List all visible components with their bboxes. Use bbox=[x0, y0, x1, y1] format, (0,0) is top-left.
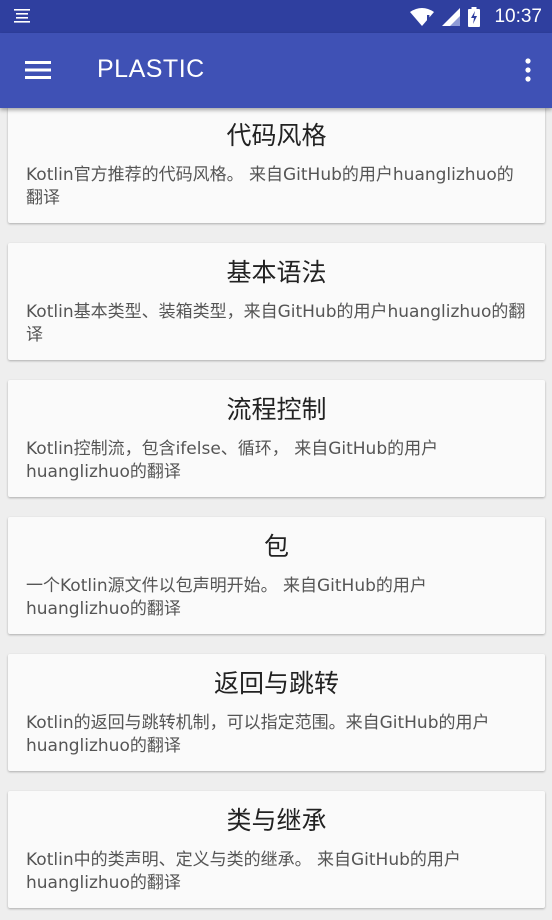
status-icons: 10:37 bbox=[410, 0, 542, 33]
hamburger-menu-icon bbox=[25, 61, 51, 79]
menu-button[interactable] bbox=[16, 50, 60, 90]
wifi-icon bbox=[410, 7, 435, 26]
topic-card[interactable]: 包 一个Kotlin源文件以包声明开始。 来自GitHub的用户huangliz… bbox=[8, 517, 545, 634]
card-title: 返回与跳转 bbox=[213, 669, 339, 698]
topic-card[interactable]: 基本语法 Kotlin基本类型、装箱类型，来自GitHub的用户huangliz… bbox=[8, 243, 545, 360]
topic-card[interactable]: 返回与跳转 Kotlin的返回与跳转机制，可以指定范围。来自GitHub的用户h… bbox=[8, 654, 545, 771]
card-description: Kotlin的返回与跳转机制，可以指定范围。来自GitHub的用户huangli… bbox=[26, 713, 490, 756]
card-title: 代码风格 bbox=[226, 121, 327, 150]
overflow-menu-button[interactable] bbox=[518, 53, 538, 87]
signal-icon bbox=[442, 7, 461, 26]
card-description: Kotlin中的类声明、定义与类的继承。 来自GitHub的用户huangliz… bbox=[26, 850, 461, 893]
notification-list-icon bbox=[14, 9, 30, 23]
topic-card[interactable]: 代码风格 Kotlin官方推荐的代码风格。 来自GitHub的用户huangli… bbox=[8, 108, 545, 223]
card-description: Kotlin基本类型、装箱类型，来自GitHub的用户huanglizhuo的翻… bbox=[26, 302, 526, 345]
more-vert-icon bbox=[525, 58, 531, 82]
card-title: 流程控制 bbox=[226, 395, 327, 424]
app-bar: PLASTIC bbox=[0, 33, 552, 108]
card-title: 包 bbox=[263, 532, 289, 561]
topic-list[interactable]: 代码风格 Kotlin官方推荐的代码风格。 来自GitHub的用户huangli… bbox=[0, 108, 552, 920]
card-description: 一个Kotlin源文件以包声明开始。 来自GitHub的用户huanglizhu… bbox=[26, 576, 427, 619]
battery-charging-icon bbox=[468, 6, 481, 27]
topic-card[interactable]: 类与继承 Kotlin中的类声明、定义与类的继承。 来自GitHub的用户hua… bbox=[8, 791, 545, 908]
app-title: PLASTIC bbox=[97, 55, 205, 83]
topic-card[interactable]: 流程控制 Kotlin控制流，包含ifelse、循环， 来自GitHub的用户h… bbox=[8, 380, 545, 497]
card-description: Kotlin官方推荐的代码风格。 来自GitHub的用户huanglizhuo的… bbox=[26, 165, 514, 208]
card-title: 类与继承 bbox=[226, 806, 327, 835]
status-time: 10:37 bbox=[494, 5, 542, 27]
status-bar: 10:37 bbox=[0, 0, 552, 33]
card-title: 基本语法 bbox=[226, 258, 327, 287]
card-description: Kotlin控制流，包含ifelse、循环， 来自GitHub的用户huangl… bbox=[26, 439, 439, 482]
